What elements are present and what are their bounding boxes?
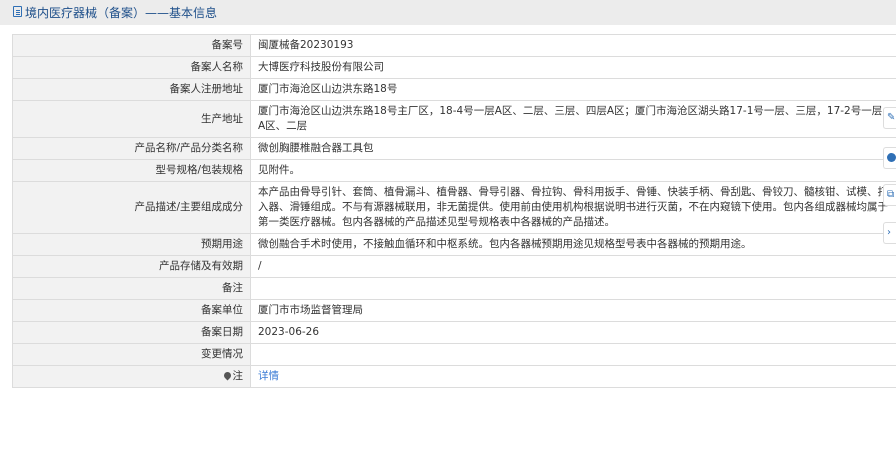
table-row: 备案单位 厦门市市场监督管理局: [12, 299, 896, 322]
row-label: 备案人注册地址: [12, 78, 251, 101]
table-row: 产品存储及有效期 /: [12, 255, 896, 278]
row-value: /: [250, 255, 896, 278]
table-row: 预期用途 微创融合手术时使用，不接触血循环和中枢系统。包内各器械预期用途见规格型…: [12, 233, 896, 256]
table-row: 备案日期 2023-06-26: [12, 321, 896, 344]
pin-icon: [222, 370, 232, 381]
side-tool-copy-button[interactable]: ⧉: [883, 184, 896, 206]
row-value: 闽厦械备20230193: [250, 34, 896, 57]
row-label: 产品名称/产品分类名称: [12, 137, 251, 160]
table-row: 备案人注册地址 厦门市海沧区山边洪东路18号: [12, 78, 896, 101]
row-value: 厦门市海沧区山边洪东路18号主厂区，18-4号一层A区、二层、三层、四层A区；厦…: [250, 100, 896, 138]
document-icon: [13, 6, 22, 17]
table-row: 生产地址 厦门市海沧区山边洪东路18号主厂区，18-4号一层A区、二层、三层、四…: [12, 100, 896, 138]
row-value: [250, 277, 896, 300]
row-label: 备案号: [12, 34, 251, 57]
row-value: 厦门市市场监督管理局: [250, 299, 896, 322]
edit-icon: ✎: [887, 112, 896, 123]
side-tool-info-button[interactable]: [883, 147, 896, 169]
table-row: 产品描述/主要组成成分 本产品由骨导引针、套筒、植骨漏斗、植骨器、骨导引器、骨拉…: [12, 181, 896, 234]
row-label: 备案人名称: [12, 56, 251, 79]
chevron-right-icon: ›: [887, 227, 891, 238]
row-label: 备案日期: [12, 321, 251, 344]
row-value: 厦门市海沧区山边洪东路18号: [250, 78, 896, 101]
row-label: 备注: [12, 277, 251, 300]
row-value: 2023-06-26: [250, 321, 896, 344]
note-label-text: 注: [232, 370, 244, 382]
table-row: 产品名称/产品分类名称 微创胸腰椎融合器工具包: [12, 137, 896, 160]
note-label: 注: [12, 365, 251, 388]
row-value: 见附件。: [250, 159, 896, 182]
side-tool-collapse-button[interactable]: ›: [883, 222, 896, 244]
row-label: 产品存储及有效期: [12, 255, 251, 278]
row-value: 微创融合手术时使用，不接触血循环和中枢系统。包内各器械预期用途见规格型号表中各器…: [250, 233, 896, 256]
table-row: 备案人名称 大博医疗科技股份有限公司: [12, 56, 896, 79]
table-row: 备案号 闽厦械备20230193: [12, 34, 896, 57]
table-row: 变更情况: [12, 343, 896, 366]
info-icon: [887, 153, 896, 162]
table-row: 备注: [12, 277, 896, 300]
details-link[interactable]: 详情: [258, 370, 279, 382]
row-label: 产品描述/主要组成成分: [12, 181, 251, 234]
row-label: 变更情况: [12, 343, 251, 366]
row-label: 型号规格/包装规格: [12, 159, 251, 182]
row-value: 本产品由骨导引针、套筒、植骨漏斗、植骨器、骨导引器、骨拉钩、骨科用扳手、骨锤、快…: [250, 181, 896, 234]
copy-icon: ⧉: [887, 189, 895, 200]
row-value: [250, 343, 896, 366]
page-header: 境内医疗器械（备案）——基本信息: [0, 0, 896, 25]
page-title: 境内医疗器械（备案）——基本信息: [25, 6, 218, 20]
note-value: 详情: [250, 365, 896, 388]
row-value: 微创胸腰椎融合器工具包: [250, 137, 896, 160]
side-tool-edit-button[interactable]: ✎: [883, 107, 896, 129]
row-label: 备案单位: [12, 299, 251, 322]
row-label: 生产地址: [12, 100, 251, 138]
row-value: 大博医疗科技股份有限公司: [250, 56, 896, 79]
info-table: 备案号 闽厦械备20230193 备案人名称 大博医疗科技股份有限公司 备案人注…: [12, 34, 896, 388]
table-row-note: 注 详情: [12, 365, 896, 388]
table-row: 型号规格/包装规格 见附件。: [12, 159, 896, 182]
row-label: 预期用途: [12, 233, 251, 256]
